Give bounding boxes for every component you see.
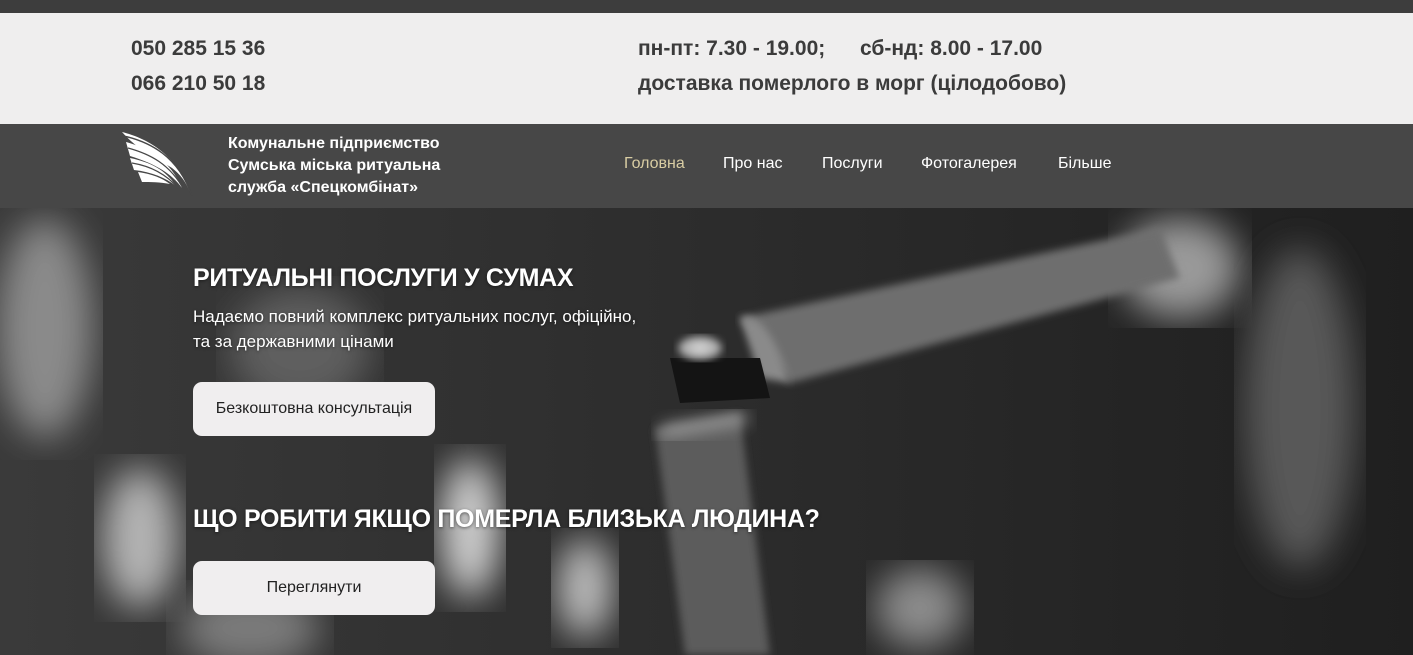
hero-subtitle-line-1: Надаємо повний комплекс ритуальних послу… — [193, 307, 637, 326]
hero-title: РИТУАЛЬНІ ПОСЛУГИ У СУМАХ — [193, 264, 574, 292]
nav-more[interactable]: Більше — [1058, 155, 1111, 173]
hours-weekdays: пн-пт: 7.30 - 19.00; — [638, 37, 826, 60]
hours-weekend: сб-нд: 8.00 - 17.00 — [860, 37, 1043, 60]
org-name[interactable]: Комунальне підприємство Сумська міська р… — [228, 133, 440, 199]
org-name-line-2: Сумська міська ритуальна — [228, 157, 441, 174]
contact-bar: 050 285 15 36 066 210 50 18 пн-пт: 7.30 … — [0, 13, 1413, 124]
nav-services[interactable]: Послуги — [822, 155, 883, 173]
site-header — [0, 124, 1413, 208]
top-strip — [0, 0, 1413, 13]
wing-icon[interactable] — [120, 130, 194, 200]
org-name-line-3: служба «Спецкомбінат» — [228, 179, 418, 196]
hero-subtitle: Надаємо повний комплекс ритуальних послу… — [193, 304, 636, 354]
what-to-do-title: ЩО РОБИТИ ЯКЩО ПОМЕРЛА БЛИЗЬКА ЛЮДИНА? — [193, 505, 820, 533]
hero-subtitle-line-2: та за державними цінами — [193, 332, 394, 351]
nav-about[interactable]: Про нас — [723, 155, 782, 173]
view-button[interactable]: Переглянути — [193, 561, 435, 615]
phone-2[interactable]: 066 210 50 18 — [131, 72, 265, 96]
delivery-note: доставка померлого в морг (цілодобово) — [638, 72, 1067, 95]
nav-home[interactable]: Головна — [624, 155, 685, 173]
free-consultation-button[interactable]: Безкоштовна консультація — [193, 382, 435, 436]
org-name-line-1: Комунальне підприємство — [228, 135, 440, 152]
nav-gallery[interactable]: Фотогалерея — [921, 155, 1017, 173]
phone-1[interactable]: 050 285 15 36 — [131, 37, 265, 61]
